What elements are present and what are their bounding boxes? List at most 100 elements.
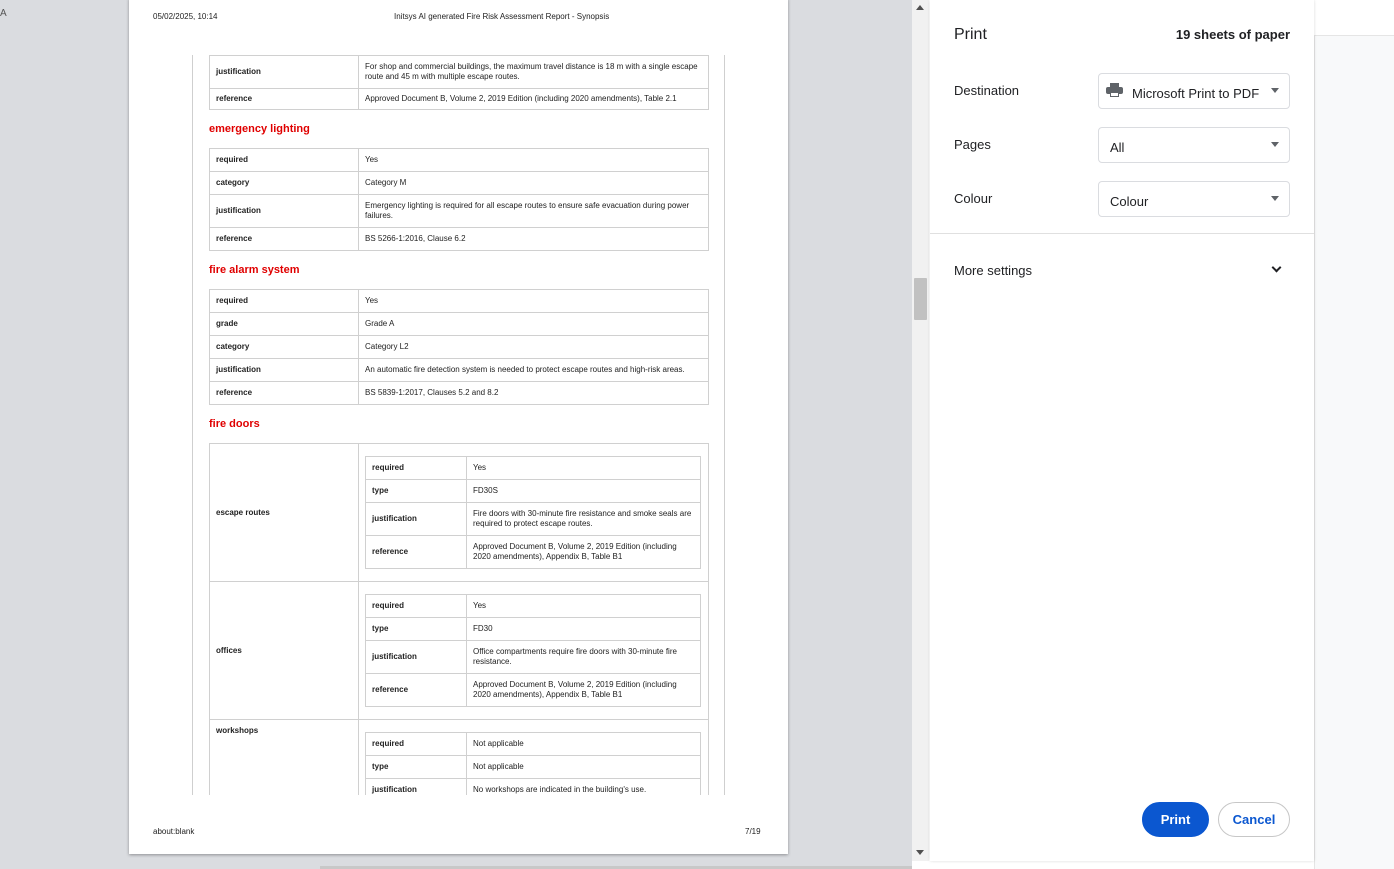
table-row: reference Approved Document B, Volume 2,… (365, 673, 701, 707)
row-key: required (365, 732, 467, 756)
row-value: Category L2 (358, 335, 709, 359)
caret-down-icon (1271, 88, 1279, 93)
row-value: Yes (358, 289, 709, 313)
table-row: required Not applicable (365, 732, 701, 756)
row-key: justification (209, 55, 359, 89)
row-key: reference (365, 535, 467, 569)
scrollbar-thumb[interactable] (914, 278, 927, 320)
cancel-button[interactable]: Cancel (1218, 802, 1290, 837)
print-settings-panel: Print 19 sheets of paper Destination Mic… (930, 0, 1314, 861)
panel-divider (930, 233, 1314, 234)
row-key: reference (209, 227, 359, 251)
row-value: Yes (358, 148, 709, 172)
row-value: BS 5839-1:2017, Clauses 5.2 and 8.2 (358, 381, 709, 405)
row-value: FD30 (466, 617, 701, 641)
table-row: justification No workshops are indicated… (365, 778, 701, 795)
colour-label: Colour (954, 191, 993, 206)
page-content-frame: justification For shop and commercial bu… (192, 55, 725, 795)
page-header-title: Initsys AI generated Fire Risk Assessmen… (394, 12, 610, 21)
page-footer-number: 7/19 (745, 827, 761, 836)
table-row: required Yes (209, 148, 709, 172)
table-row: reference Approved Document B, Volume 2,… (365, 535, 701, 569)
table-row: escape routes required Yes type FD30S ju… (209, 443, 709, 582)
row-value: Grade A (358, 312, 709, 336)
page-header-date: 05/02/2025, 10:14 (153, 12, 218, 21)
top-table: justification For shop and commercial bu… (209, 55, 709, 110)
table-row: type Not applicable (365, 755, 701, 779)
table-row: required Yes (365, 456, 701, 480)
row-value: Approved Document B, Volume 2, 2019 Edit… (466, 535, 701, 569)
table-row: category Category M (209, 171, 709, 195)
row-value: Yes (466, 456, 701, 480)
row-key: reference (209, 381, 359, 405)
row-key: type (365, 479, 467, 503)
table-row: justification Fire doors with 30-minute … (365, 502, 701, 536)
table-row: justification An automatic fire detectio… (209, 358, 709, 382)
table-row: reference BS 5266-1:2016, Clause 6.2 (209, 227, 709, 251)
row-key: justification (365, 640, 467, 674)
row-value: FD30S (466, 479, 701, 503)
row-key: required (365, 456, 467, 480)
fire-doors-table: escape routes required Yes type FD30S ju… (209, 443, 709, 795)
row-key: type (365, 755, 467, 779)
section-title-fire-alarm: fire alarm system (209, 264, 300, 276)
preview-scrollbar[interactable] (912, 0, 929, 861)
row-value: No workshops are indicated in the buildi… (466, 778, 701, 795)
chevron-down-icon[interactable] (1271, 262, 1282, 273)
row-value: Approved Document B, Volume 2, 2019 Edit… (466, 673, 701, 707)
row-key: required (209, 148, 359, 172)
scroll-up-icon[interactable] (916, 5, 924, 10)
panel-title: Print (954, 26, 987, 43)
table-row: reference Approved Document B, Volume 2,… (209, 88, 709, 110)
table-row: category Category L2 (209, 335, 709, 359)
page-footer-url: about:blank (153, 827, 195, 836)
colour-value: Colour (1110, 194, 1149, 209)
background-window (1314, 0, 1394, 869)
scroll-down-icon[interactable] (916, 850, 924, 855)
pages-label: Pages (954, 137, 991, 152)
caret-down-icon (1271, 142, 1279, 147)
row-key: justification (209, 358, 359, 382)
workshops-subtable: required Not applicable type Not applica… (365, 732, 701, 795)
destination-value: Microsoft Print to PDF (1132, 86, 1260, 101)
printer-icon (1106, 83, 1123, 98)
more-settings-toggle[interactable]: More settings (954, 263, 1032, 278)
table-row: justification Office compartments requir… (365, 640, 701, 674)
table-row: justification Emergency lighting is requ… (209, 194, 709, 228)
row-key: justification (365, 778, 467, 795)
colour-select[interactable]: Colour (1098, 181, 1290, 217)
group-name-escape-routes: escape routes (209, 443, 359, 582)
section-title-emergency-lighting: emergency lighting (209, 123, 310, 135)
destination-select[interactable]: Microsoft Print to PDF (1098, 73, 1290, 109)
row-key: required (209, 289, 359, 313)
row-value: Approved Document B, Volume 2, 2019 Edit… (358, 88, 709, 110)
offices-subtable: required Yes type FD30 justification Off… (365, 594, 701, 707)
row-value: For shop and commercial buildings, the m… (358, 55, 709, 89)
row-value: Emergency lighting is required for all e… (358, 194, 709, 228)
row-key: grade (209, 312, 359, 336)
table-row: justification For shop and commercial bu… (209, 55, 709, 89)
row-key: required (365, 594, 467, 618)
group-name-offices: offices (209, 581, 359, 720)
row-key: reference (365, 673, 467, 707)
page-content: justification For shop and commercial bu… (209, 55, 709, 795)
corner-mark: A (0, 8, 7, 19)
row-value: Category M (358, 171, 709, 195)
emergency-lighting-table: required Yes category Category M justifi… (209, 148, 709, 251)
row-value: BS 5266-1:2016, Clause 6.2 (358, 227, 709, 251)
row-key: category (209, 171, 359, 195)
row-key: type (365, 617, 467, 641)
pages-select[interactable]: All (1098, 127, 1290, 163)
row-value: Not applicable (466, 732, 701, 756)
row-key: justification (365, 502, 467, 536)
group-name-workshops: workshops (209, 719, 359, 795)
row-value: Fire doors with 30-minute fire resistanc… (466, 502, 701, 536)
table-row: grade Grade A (209, 312, 709, 336)
table-row: reference BS 5839-1:2017, Clauses 5.2 an… (209, 381, 709, 405)
caret-down-icon (1271, 196, 1279, 201)
row-key: category (209, 335, 359, 359)
table-row: type FD30S (365, 479, 701, 503)
print-button[interactable]: Print (1142, 802, 1209, 837)
row-key: reference (209, 88, 359, 110)
section-title-fire-doors: fire doors (209, 418, 260, 430)
